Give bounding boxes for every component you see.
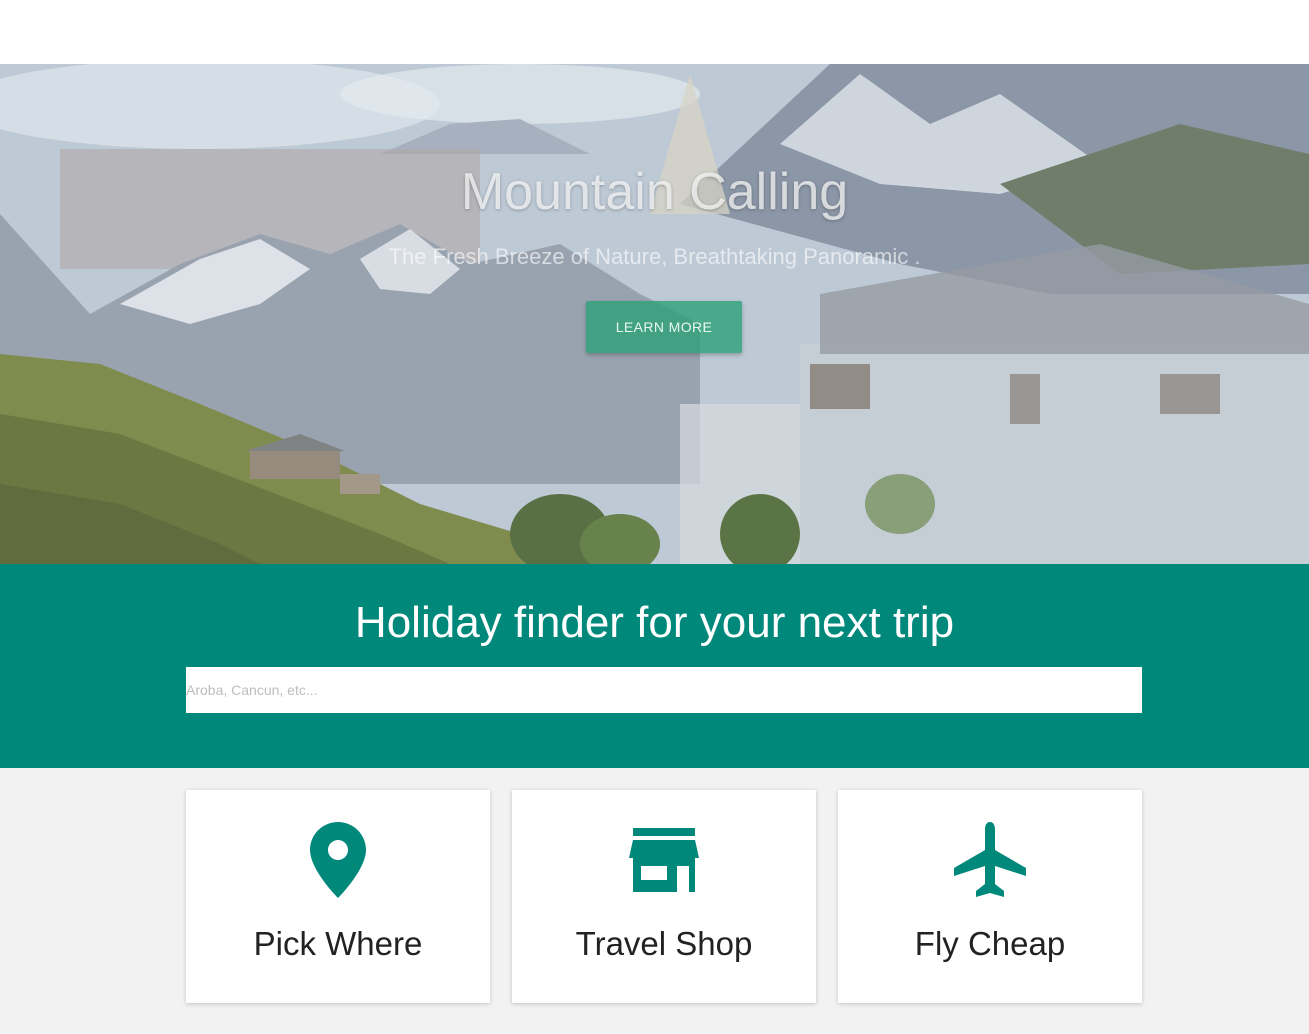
- top-navbar: [0, 0, 1309, 64]
- airplane-icon: [838, 820, 1142, 900]
- hero-subtitle: The Fresh Breeze of Nature, Breathtaking…: [388, 244, 921, 269]
- card-label: Travel Shop: [575, 925, 753, 962]
- card-label: Pick Where: [253, 925, 423, 962]
- features-section: Pick Where Travel Shop Fly Cheap: [0, 768, 1309, 1034]
- finder-title: Holiday finder for your next trip: [354, 598, 955, 647]
- hero-banner: Mountain Calling The Fresh Breeze of Nat…: [0, 64, 1309, 564]
- map-pin-icon: [186, 820, 490, 900]
- card-travel-shop[interactable]: Travel Shop: [512, 790, 816, 1003]
- destination-search-input[interactable]: [186, 667, 1142, 713]
- store-icon: [512, 820, 816, 900]
- card-fly-cheap[interactable]: Fly Cheap: [838, 790, 1142, 1003]
- learn-more-button[interactable]: LEARN MORE: [586, 301, 742, 353]
- card-pick-where[interactable]: Pick Where: [186, 790, 490, 1003]
- card-label: Fly Cheap: [914, 925, 1066, 962]
- holiday-finder-section: Holiday finder for your next trip: [0, 564, 1309, 768]
- hero-title: Mountain Calling: [460, 163, 849, 221]
